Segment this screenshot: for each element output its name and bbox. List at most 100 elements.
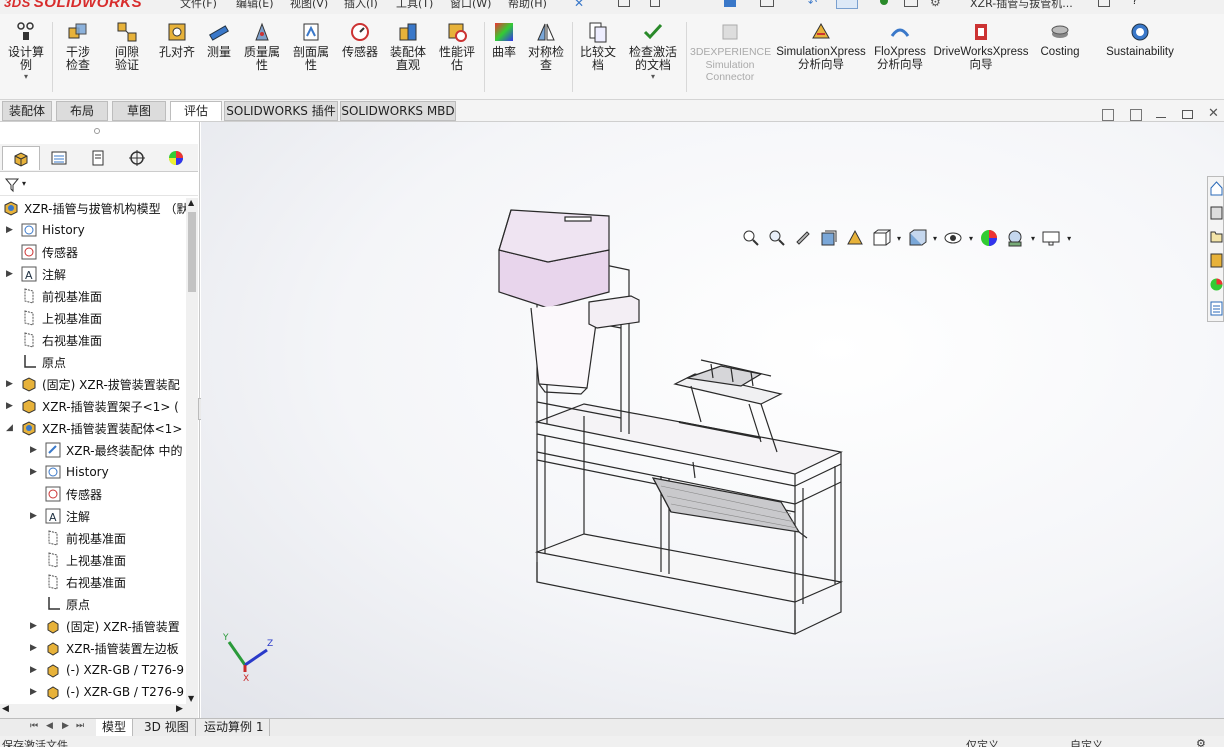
- tree-item-annotations[interactable]: ▶ A 注解: [6, 264, 66, 284]
- dynamic-annotation-icon[interactable]: [845, 228, 865, 248]
- tree-item-bearing-2[interactable]: ▶ (-) XZR-GB / T276-9: [30, 682, 184, 702]
- dropdown-arrow-icon[interactable]: ▾: [897, 234, 901, 243]
- display-style-icon[interactable]: [907, 228, 927, 248]
- file-explorer-icon[interactable]: [1209, 227, 1224, 246]
- view-orientation-icon[interactable]: [871, 228, 891, 248]
- panel-grip-icon[interactable]: [94, 128, 100, 134]
- assembly-model-3d[interactable]: Y Z X: [201, 122, 1224, 718]
- view-settings-icon[interactable]: [1041, 228, 1061, 248]
- tree-item-right-plane[interactable]: 右视基准面: [44, 572, 126, 592]
- file-properties-icon[interactable]: [904, 0, 918, 7]
- performance-evaluation-button[interactable]: 性能评估: [436, 20, 478, 71]
- expand-arrow-icon[interactable]: ▶: [30, 621, 40, 631]
- tab-layout[interactable]: 布局: [56, 101, 108, 121]
- floxpress-button[interactable]: FloXpress 分析向导: [872, 20, 928, 71]
- rebuild-icon[interactable]: [880, 0, 888, 5]
- tree-item-insert-frame[interactable]: ▶ XZR-插管装置架子<1> (: [6, 396, 179, 416]
- dropdown-arrow-icon[interactable]: ▾: [1067, 234, 1071, 243]
- tab-assembly[interactable]: 装配体: [2, 101, 52, 121]
- viewport-minimize-icon[interactable]: [1156, 117, 1166, 118]
- measure-button[interactable]: 测量: [204, 20, 234, 59]
- tab-scroll-first-icon[interactable]: ⏮: [30, 721, 38, 731]
- expand-arrow-icon[interactable]: ▶: [30, 665, 40, 675]
- sensor-button[interactable]: 传感器: [338, 20, 382, 59]
- options-gear-icon[interactable]: ⚙: [930, 0, 941, 9]
- filter-icon[interactable]: [4, 177, 22, 193]
- expand-arrow-icon[interactable]: ▶: [30, 643, 40, 653]
- tab-property-manager[interactable]: [40, 146, 78, 170]
- tree-item-final-assembly[interactable]: ▶ XZR-最终装配体 中的: [30, 440, 182, 460]
- simulationxpress-button[interactable]: SimulationXpress 分析向导: [774, 20, 868, 71]
- tree-item-fixed-part[interactable]: ▶ (固定) XZR-插管装置: [30, 616, 180, 636]
- scroll-up-icon[interactable]: ▲: [188, 198, 194, 207]
- tree-item-front-plane[interactable]: 前视基准面: [20, 286, 102, 306]
- tab-display-manager[interactable]: [157, 146, 195, 170]
- expand-arrow-icon[interactable]: ▶: [6, 401, 16, 411]
- select-icon[interactable]: [836, 0, 858, 9]
- mass-properties-button[interactable]: 质量属性: [240, 20, 284, 71]
- tab-sketch[interactable]: 草图: [112, 101, 166, 121]
- scroll-left-icon[interactable]: ◀: [2, 704, 9, 714]
- tree-item-right-plane[interactable]: 右视基准面: [20, 330, 102, 350]
- pin-icon[interactable]: ✕: [574, 0, 584, 10]
- undo-icon[interactable]: ↶: [808, 0, 817, 9]
- viewport-close-icon[interactable]: ✕: [1208, 106, 1219, 121]
- menu-file[interactable]: 文件(F): [180, 0, 217, 11]
- filter-dropdown-icon[interactable]: ▾: [22, 179, 26, 188]
- curvature-button[interactable]: 曲率: [488, 20, 520, 59]
- hole-alignment-button[interactable]: 孔对齐: [154, 20, 200, 59]
- tree-horizontal-scrollbar[interactable]: ◀ ▶: [0, 704, 198, 718]
- status-options-icon[interactable]: ⚙: [1196, 737, 1206, 747]
- collapse-arrow-icon[interactable]: ◢: [6, 423, 16, 433]
- status-units[interactable]: 自定义: [1070, 737, 1103, 747]
- interference-detection-button[interactable]: 干涉检查: [58, 20, 98, 71]
- zoom-to-fit-icon[interactable]: [741, 228, 761, 248]
- tree-root[interactable]: XZR-插管与拔管机构模型 （默: [2, 198, 186, 218]
- help-icon[interactable]: ?: [1132, 0, 1137, 7]
- appearances-icon[interactable]: [1209, 275, 1224, 294]
- solidworks-logo[interactable]: 3DS SOLIDWORKS: [4, 0, 142, 11]
- home-icon[interactable]: [618, 0, 630, 7]
- tree-item-insert-assembly[interactable]: ◢ XZR-插管装置装配体<1>: [6, 418, 182, 438]
- tree-item-top-plane[interactable]: 上视基准面: [20, 308, 102, 328]
- scroll-down-icon[interactable]: ▼: [188, 694, 194, 703]
- section-view-icon[interactable]: [819, 228, 839, 248]
- tab-feature-manager[interactable]: [2, 146, 40, 170]
- tab-motion-study[interactable]: 运动算例 1: [198, 719, 271, 736]
- tree-item-origin[interactable]: 原点: [20, 352, 66, 372]
- tab-solidworks-mbd[interactable]: SOLIDWORKS MBD: [340, 101, 456, 121]
- symmetry-check-button[interactable]: 对称检查: [524, 20, 568, 71]
- tab-scroll-last-icon[interactable]: ⏭: [76, 721, 84, 731]
- menu-tools[interactable]: 工具(T): [396, 0, 433, 11]
- print-icon[interactable]: [760, 0, 774, 7]
- tree-item-sensors[interactable]: 传感器: [20, 242, 78, 262]
- save-icon[interactable]: [724, 0, 736, 7]
- menu-help[interactable]: 帮助(H): [508, 0, 547, 11]
- viewport-tile-left-icon[interactable]: [1102, 109, 1114, 121]
- costing-button[interactable]: Costing: [1034, 20, 1086, 59]
- expand-arrow-icon[interactable]: ▶: [30, 687, 40, 697]
- view-palette-icon[interactable]: [1209, 251, 1224, 270]
- zoom-to-area-icon[interactable]: [767, 228, 787, 248]
- tree-item-top-plane[interactable]: 上视基准面: [44, 550, 126, 570]
- menu-insert[interactable]: 插入(I): [344, 0, 378, 11]
- tree-item-history[interactable]: ▶ History: [30, 462, 109, 482]
- expand-arrow-icon[interactable]: ▶: [30, 467, 40, 477]
- tab-model[interactable]: 模型: [96, 719, 134, 736]
- compare-documents-button[interactable]: 比较文档: [576, 20, 620, 71]
- section-properties-button[interactable]: 剖面属性: [290, 20, 332, 71]
- tree-item-bearing-1[interactable]: ▶ (-) XZR-GB / T276-9: [30, 660, 184, 680]
- tab-solidworks-addins[interactable]: SOLIDWORKS 插件: [224, 101, 338, 121]
- custom-properties-icon[interactable]: [1209, 299, 1224, 318]
- clearance-verification-button[interactable]: 间隙验证: [106, 20, 148, 71]
- scroll-right-icon[interactable]: ▶: [176, 704, 183, 714]
- tree-item-extract-assembly[interactable]: ▶ (固定) XZR-拔管装置装配: [6, 374, 180, 394]
- new-icon[interactable]: [650, 0, 660, 7]
- tree-vertical-scrollbar[interactable]: ▲ ▼: [186, 198, 198, 706]
- tab-dimxpert-manager[interactable]: [118, 146, 156, 170]
- expand-arrow-icon[interactable]: ▶: [6, 225, 16, 235]
- assembly-visualization-button[interactable]: 装配体直观: [386, 20, 430, 71]
- design-study-button[interactable]: 设计算例 ▾: [6, 20, 46, 84]
- menu-view[interactable]: 视图(V): [290, 0, 328, 11]
- expand-arrow-icon[interactable]: ▶: [6, 379, 16, 389]
